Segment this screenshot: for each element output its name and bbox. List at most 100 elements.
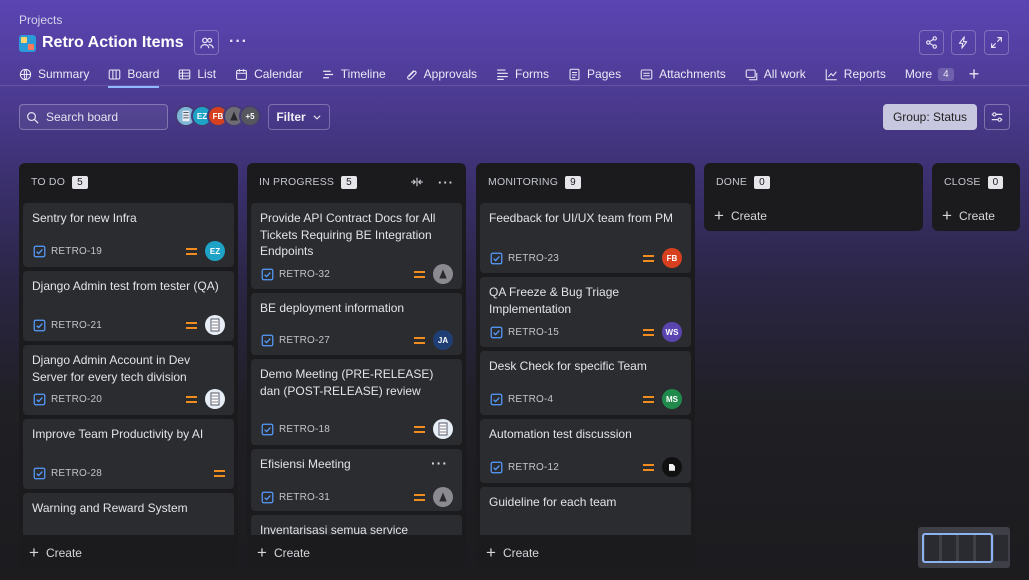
search-input[interactable]: Search board: [19, 104, 168, 130]
issue-key[interactable]: RETRO-32: [279, 269, 330, 280]
priority-medium-icon: [643, 254, 654, 262]
tab-label: Summary: [38, 67, 90, 81]
board-minimap[interactable]: [918, 527, 1010, 568]
issue-key[interactable]: RETRO-19: [51, 246, 102, 257]
task-check-icon: [490, 326, 503, 338]
issue-card[interactable]: Desk Check for specific Team RETRO-4 MS: [480, 351, 691, 415]
issue-key[interactable]: RETRO-12: [508, 462, 559, 473]
issue-card[interactable]: BE deployment information RETRO-27 JA: [251, 293, 462, 355]
tab-label: All work: [763, 67, 806, 81]
create-issue-button[interactable]: + Create: [29, 544, 82, 561]
tab-list[interactable]: List: [178, 63, 216, 85]
share-button[interactable]: [919, 30, 944, 55]
issue-key[interactable]: RETRO-31: [279, 492, 330, 503]
issue-card[interactable]: Feedback for UI/UX team from PM RETRO-23…: [480, 203, 691, 273]
tab-more[interactable]: More 4: [905, 63, 954, 85]
tab-calendar[interactable]: Calendar: [235, 63, 303, 85]
assignee-avatar-filter: EZ FB +5: [175, 105, 261, 129]
card-footer: RETRO-31: [261, 487, 453, 507]
issue-key[interactable]: RETRO-21: [51, 320, 102, 331]
card-footer: RETRO-15 WS: [490, 322, 682, 342]
issue-card[interactable]: Django Admin Account in Dev Server for e…: [23, 345, 234, 415]
issue-card[interactable]: Inventarisasi semua service: [251, 515, 462, 535]
tab-timeline[interactable]: Timeline: [322, 63, 386, 85]
people-icon: [199, 37, 214, 48]
share-icon: [926, 36, 937, 49]
priority-medium-icon: [414, 425, 425, 433]
tab-board[interactable]: Board: [108, 63, 160, 88]
column-header: MONITORING 9: [476, 163, 695, 201]
assignee-avatar[interactable]: [205, 315, 225, 335]
tab-label: Calendar: [254, 67, 303, 81]
issue-key[interactable]: RETRO-28: [51, 468, 102, 479]
issue-key[interactable]: RETRO-27: [279, 335, 330, 346]
tab-label: Forms: [515, 67, 550, 81]
tab-pages[interactable]: Pages: [568, 63, 621, 85]
more-avatars-button[interactable]: +5: [239, 105, 261, 127]
filter-label: Filter: [276, 110, 306, 124]
issue-key[interactable]: RETRO-20: [51, 394, 102, 405]
lightning-icon: [958, 36, 968, 49]
more-count-badge: 4: [938, 67, 954, 81]
issue-card[interactable]: QA Freeze & Bug Triage Implementation RE…: [480, 277, 691, 347]
forms-icon: [497, 68, 508, 80]
assignee-avatar[interactable]: MS: [662, 389, 682, 409]
assignee-avatar[interactable]: JA: [433, 330, 453, 350]
card-title: Warning and Reward System: [32, 501, 188, 515]
view-settings-button[interactable]: [984, 104, 1010, 130]
minimap-viewport[interactable]: [922, 533, 993, 563]
issue-card[interactable]: Efisiensi Meeting ··· RETRO-31: [251, 449, 462, 511]
create-issue-button[interactable]: + Create: [486, 544, 539, 561]
issue-card[interactable]: Demo Meeting (PRE-RELEASE) dan (POST-REL…: [251, 359, 462, 445]
priority-medium-icon: [414, 336, 425, 344]
collapse-column-icon[interactable]: [410, 176, 424, 188]
card-title: Django Admin Account in Dev Server for e…: [32, 353, 191, 384]
priority-medium-icon: [214, 469, 225, 477]
search-icon: [27, 111, 39, 123]
tab-attachments[interactable]: Attachments: [640, 63, 726, 85]
project-title-row: Retro Action Items: [19, 32, 184, 54]
create-issue-button[interactable]: + Create: [714, 207, 767, 224]
priority-medium-icon: [414, 493, 425, 501]
issue-card[interactable]: Warning and Reward System: [23, 493, 234, 535]
add-tab-button[interactable]: +: [969, 63, 980, 85]
fullscreen-button[interactable]: [984, 30, 1009, 55]
column-more-button[interactable]: ···: [438, 175, 454, 190]
tab-all-work[interactable]: All work: [745, 63, 806, 85]
column-title: TO DO: [31, 176, 66, 188]
issue-card[interactable]: Sentry for new Infra RETRO-19 EZ: [23, 203, 234, 267]
create-issue-button[interactable]: + Create: [942, 207, 995, 224]
column-count-badge: 9: [565, 175, 581, 189]
card-more-button[interactable]: ···: [431, 455, 448, 471]
issue-key[interactable]: RETRO-23: [508, 253, 559, 264]
tab-approvals[interactable]: Approvals: [405, 63, 477, 85]
group-by-button[interactable]: Group: Status: [883, 104, 977, 130]
team-members-button[interactable]: [194, 30, 219, 55]
tab-forms[interactable]: Forms: [496, 63, 549, 85]
issue-card[interactable]: Django Admin test from tester (QA) RETRO…: [23, 271, 234, 341]
assignee-avatar[interactable]: [205, 389, 225, 409]
issue-card[interactable]: Improve Team Productivity by AI RETRO-28: [23, 419, 234, 489]
more-actions-button[interactable]: ···: [229, 33, 248, 51]
issue-key[interactable]: RETRO-15: [508, 327, 559, 338]
issue-card[interactable]: Automation test discussion RETRO-12: [480, 419, 691, 483]
task-check-icon: [33, 319, 46, 331]
issue-key[interactable]: RETRO-4: [508, 394, 553, 405]
assignee-avatar[interactable]: [433, 419, 453, 439]
assignee-avatar[interactable]: WS: [662, 322, 682, 342]
tab-summary[interactable]: Summary: [19, 63, 89, 85]
issue-card[interactable]: Provide API Contract Docs for All Ticket…: [251, 203, 462, 289]
assignee-avatar[interactable]: FB: [662, 248, 682, 268]
issue-key[interactable]: RETRO-18: [279, 424, 330, 435]
tab-reports[interactable]: Reports: [825, 63, 886, 85]
issue-card[interactable]: Guideline for each team RETRO-29: [480, 487, 691, 535]
assignee-avatar[interactable]: EZ: [205, 241, 225, 261]
automation-button[interactable]: [951, 30, 976, 55]
create-issue-button[interactable]: + Create: [257, 544, 310, 561]
all-work-icon: [745, 69, 758, 80]
breadcrumb-projects[interactable]: Projects: [19, 13, 62, 27]
assignee-avatar[interactable]: [433, 487, 453, 507]
assignee-avatar[interactable]: [433, 264, 453, 284]
assignee-avatar[interactable]: [662, 457, 682, 477]
filter-button[interactable]: Filter: [268, 104, 330, 130]
